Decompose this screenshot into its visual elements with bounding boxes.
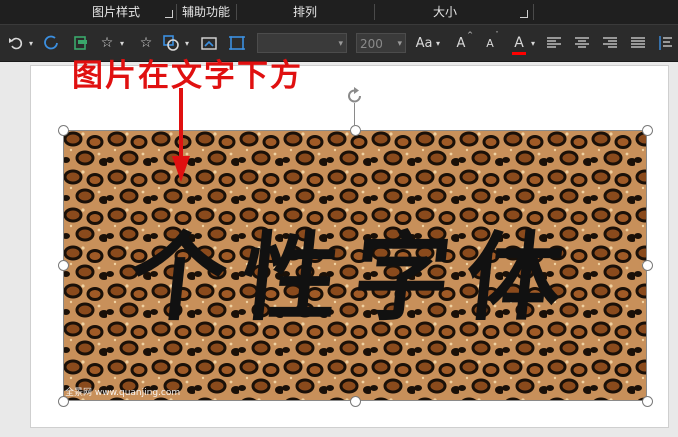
resize-handle-bottom[interactable]: [350, 396, 361, 407]
group-arrange: 排列: [292, 5, 317, 19]
font-name-dropdown-icon[interactable]: ▾: [338, 34, 343, 54]
leopard-picture[interactable]: 个性字体 全景网 www.quanjing.com: [63, 130, 647, 401]
align-left-icon[interactable]: [545, 25, 563, 61]
font-size-dropdown-icon[interactable]: ▾: [397, 34, 402, 54]
align-right-icon[interactable]: [601, 25, 619, 61]
resize-handle-bottom-left[interactable]: [58, 396, 69, 407]
undo-icon[interactable]: [6, 25, 26, 61]
picture-text-overlay: 个性字体: [124, 221, 585, 334]
group-picture-style: 图片样式: [91, 5, 140, 19]
font-size-value: 200: [360, 37, 383, 51]
rotation-handle-stem: [354, 103, 355, 125]
group-size: 大小: [432, 5, 457, 19]
shrink-font-arrow-icon: ˇ: [495, 31, 499, 39]
picture-watermark: 全景网 www.quanjing.com: [65, 388, 181, 398]
change-case-button[interactable]: Aa: [414, 25, 434, 61]
font-size-combo[interactable]: 200 ▾: [356, 33, 406, 53]
text-direction-icon[interactable]: [656, 25, 676, 61]
grow-font-arrow-icon: ^: [467, 31, 473, 39]
font-color-dropdown-icon[interactable]: ▾: [529, 25, 537, 61]
resize-handle-right[interactable]: [642, 260, 653, 271]
resize-handle-bottom-right[interactable]: [642, 396, 653, 407]
rotate-handle-icon[interactable]: [343, 86, 367, 106]
group-accessibility: 辅助功能: [181, 5, 230, 19]
justify-icon[interactable]: [629, 25, 647, 61]
align-center-icon[interactable]: [573, 25, 591, 61]
resize-handle-top-left[interactable]: [58, 125, 69, 136]
redo-icon[interactable]: [40, 25, 62, 61]
annotation-arrow-icon: [172, 88, 190, 182]
resize-handle-left[interactable]: [58, 260, 69, 271]
font-color-button[interactable]: A: [510, 25, 528, 61]
ribbon-group-row: 图片样式 辅助功能 排列 大小: [0, 0, 678, 25]
font-color-swatch: [512, 52, 526, 55]
change-case-dropdown-icon[interactable]: ▾: [434, 25, 442, 61]
undo-dropdown-icon[interactable]: ▾: [27, 25, 35, 61]
size-launcher-icon[interactable]: [520, 10, 528, 18]
resize-handle-top-right[interactable]: [642, 125, 653, 136]
resize-handle-top[interactable]: [350, 125, 361, 136]
picture-style-launcher-icon[interactable]: [165, 10, 173, 18]
